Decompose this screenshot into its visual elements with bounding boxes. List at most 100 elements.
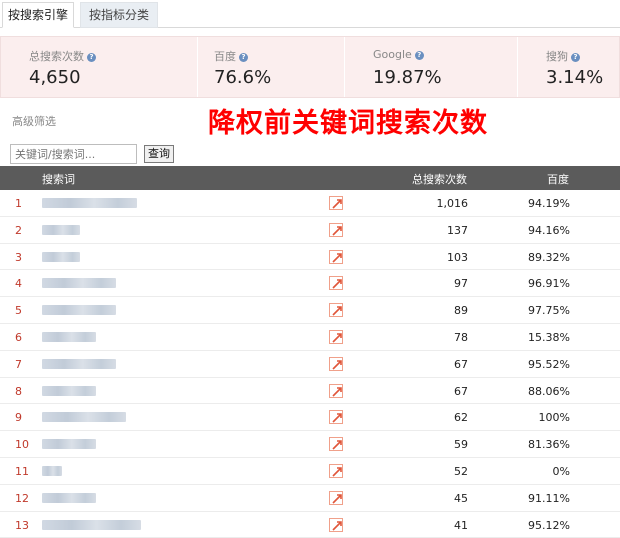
stat-value: 3.14%: [546, 67, 604, 88]
table-row: 8 67 88.06%: [0, 378, 620, 405]
help-icon[interactable]: ?: [571, 53, 580, 62]
trend-chart-icon[interactable]: [329, 517, 343, 532]
row-baidu-pct: 91.11%: [528, 491, 570, 505]
table-row: 9 62 100%: [0, 404, 620, 432]
row-baidu-pct: 94.16%: [528, 223, 570, 237]
trend-chart-icon[interactable]: [329, 329, 343, 344]
table-row: 4 97 96.91%: [0, 270, 620, 298]
row-baidu-pct: 97.75%: [528, 304, 570, 318]
row-count: 41: [454, 518, 468, 532]
stat-label: 搜狗: [546, 50, 568, 63]
row-rank: 8: [15, 384, 22, 398]
help-icon[interactable]: ?: [239, 53, 248, 62]
table-row: 1 1,016 94.19%: [0, 190, 620, 217]
trend-chart-icon[interactable]: [329, 276, 343, 291]
stat-value: 4,650: [29, 67, 81, 88]
row-rank: 1: [15, 197, 22, 210]
row-rank: 11: [15, 464, 29, 478]
row-rank: 13: [15, 518, 29, 532]
blurred-search-term[interactable]: [42, 198, 137, 208]
row-count: 67: [454, 384, 468, 398]
row-count: 1,016: [436, 197, 469, 210]
row-count: 78: [454, 330, 468, 344]
stat-value: 76.6%: [214, 67, 272, 88]
blurred-search-term[interactable]: [42, 331, 96, 342]
row-rank: 2: [15, 223, 22, 237]
row-count: 89: [454, 304, 468, 318]
row-count: 45: [454, 491, 468, 505]
row-baidu-pct: 96.91%: [528, 277, 570, 291]
table-row: 3 103 89.32%: [0, 244, 620, 271]
row-baidu-pct: 95.12%: [528, 518, 570, 532]
table-row: 2 137 94.16%: [0, 217, 620, 244]
blurred-search-term[interactable]: [42, 439, 96, 450]
keyword-table: 1 1,016 94.19% 2 137 94.16% 3 103 89.32% 4 97 96.91…: [0, 190, 620, 538]
table-row: 6 78 15.38%: [0, 324, 620, 351]
row-rank: 10: [15, 438, 29, 452]
search-input[interactable]: [10, 144, 137, 164]
trend-chart-icon[interactable]: [329, 383, 343, 398]
row-baidu-pct: 81.36%: [528, 438, 570, 452]
stat-value: 19.87%: [373, 67, 442, 88]
blurred-search-term[interactable]: [42, 251, 80, 262]
blurred-search-term[interactable]: [42, 492, 96, 503]
row-count: 97: [454, 277, 468, 291]
divider: [197, 37, 198, 97]
row-count: 103: [447, 250, 468, 264]
search-button[interactable]: 查询: [144, 145, 174, 163]
table-row: 13 41 95.12%: [0, 512, 620, 538]
row-baidu-pct: 88.06%: [528, 384, 570, 398]
row-baidu-pct: 94.19%: [528, 197, 570, 210]
blurred-search-term[interactable]: [42, 358, 116, 369]
help-icon[interactable]: ?: [87, 53, 96, 62]
trend-chart-icon[interactable]: [329, 222, 343, 237]
divider: [344, 37, 345, 97]
row-baidu-pct: 15.38%: [528, 330, 570, 344]
row-rank: 12: [15, 491, 29, 505]
table-row: 10 59 81.36%: [0, 431, 620, 458]
row-baidu-pct: 95.52%: [528, 357, 570, 371]
stat-label: Google: [373, 48, 412, 61]
column-header-term: 搜索词: [42, 173, 75, 186]
trend-chart-icon[interactable]: [329, 437, 343, 452]
trend-chart-icon[interactable]: [329, 490, 343, 505]
row-rank: 9: [15, 411, 22, 425]
advanced-filter-link[interactable]: 高级筛选: [12, 113, 56, 129]
blurred-search-term[interactable]: [42, 224, 80, 235]
overlay-title: 降权前关键词搜索次数: [208, 108, 488, 139]
trend-chart-icon[interactable]: [329, 196, 343, 210]
row-rank: 6: [15, 330, 22, 344]
table-row: 5 89 97.75%: [0, 297, 620, 324]
blurred-search-term[interactable]: [42, 305, 116, 316]
trend-chart-icon[interactable]: [329, 356, 343, 371]
tab-bar: 按搜索引擎 按指标分类: [0, 0, 620, 28]
column-header-count[interactable]: 总搜索次数: [412, 171, 467, 187]
row-count: 62: [454, 411, 468, 425]
row-count: 137: [447, 223, 468, 237]
blurred-search-term[interactable]: [42, 278, 116, 289]
table-header: 搜索词 总搜索次数 百度: [0, 166, 620, 190]
row-count: 52: [454, 464, 468, 478]
blurred-search-term[interactable]: [42, 519, 141, 530]
row-count: 67: [454, 357, 468, 371]
row-rank: 4: [15, 277, 22, 291]
row-rank: 3: [15, 250, 22, 264]
trend-chart-icon[interactable]: [329, 463, 343, 478]
row-baidu-pct: 100%: [538, 411, 570, 425]
trend-chart-icon[interactable]: [329, 303, 343, 318]
row-rank: 5: [15, 304, 22, 318]
tab-by-search-engine[interactable]: 按搜索引擎: [2, 2, 74, 28]
column-header-baidu[interactable]: 百度: [547, 171, 569, 187]
trend-chart-icon[interactable]: [329, 249, 343, 264]
row-baidu-pct: 89.32%: [528, 250, 570, 264]
stat-label: 百度: [214, 50, 236, 63]
stat-label: 总搜索次数: [29, 50, 84, 63]
trend-chart-icon[interactable]: [329, 410, 343, 425]
stats-panel: 总搜索次数? 4,650 百度? 76.6% Google? 19.87% 搜狗…: [0, 36, 620, 98]
blurred-search-term[interactable]: [42, 385, 96, 396]
blurred-search-term[interactable]: [42, 412, 126, 423]
tab-by-metric-category[interactable]: 按指标分类: [80, 2, 158, 28]
table-row: 12 45 91.11%: [0, 485, 620, 512]
blurred-search-term[interactable]: [42, 465, 62, 476]
help-icon[interactable]: ?: [414, 51, 424, 60]
